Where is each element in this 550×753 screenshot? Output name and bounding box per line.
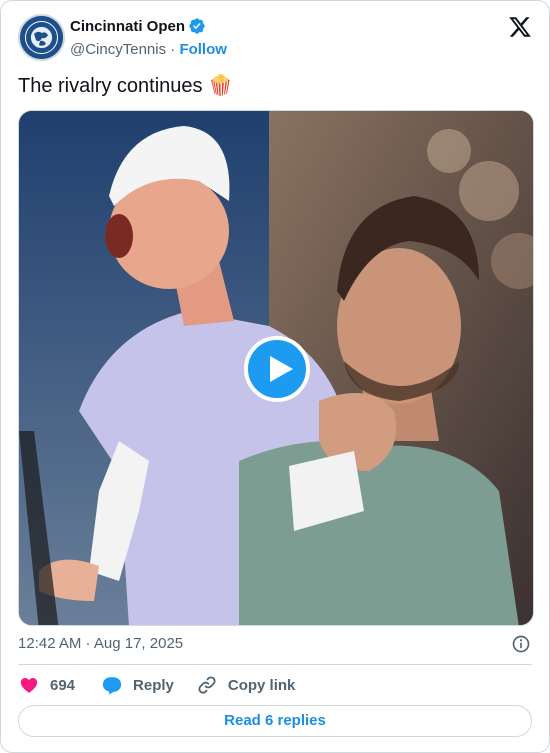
heart-icon: [20, 677, 38, 693]
link-icon: [198, 676, 216, 694]
copy-link-button[interactable]: Copy link: [196, 674, 296, 696]
display-name[interactable]: Cincinnati Open: [70, 17, 206, 35]
play-button[interactable]: [244, 336, 310, 402]
handle-row: @CincyTennis · Follow: [70, 41, 227, 58]
reply-button[interactable]: Reply: [101, 674, 174, 696]
verified-badge-icon: [189, 18, 205, 34]
popcorn-emoji: 🍿: [208, 75, 233, 97]
display-name-text: Cincinnati Open: [70, 17, 186, 35]
action-bar: 694 Reply Copy link: [18, 673, 295, 697]
avatar[interactable]: [18, 14, 65, 61]
read-replies-button[interactable]: Read 6 replies: [18, 705, 532, 737]
tweet-text: The rivalry continues 🍿: [18, 73, 233, 98]
author-names: Cincinnati Open @CincyTennis · Follow: [70, 17, 227, 58]
like-count: 694: [50, 676, 76, 694]
tweet-card: Cincinnati Open @CincyTennis · Follow Th…: [0, 0, 550, 753]
like-button[interactable]: 694: [18, 674, 75, 696]
reply-bubble-icon: [102, 677, 122, 695]
divider: [18, 664, 532, 665]
play-icon: [270, 356, 293, 382]
handle[interactable]: @CincyTennis: [70, 41, 166, 58]
video-media[interactable]: [18, 110, 534, 626]
x-logo-icon[interactable]: [508, 15, 532, 39]
timestamp[interactable]: 12:42 AM · Aug 17, 2025: [18, 635, 183, 652]
tweet-body: The rivalry continues: [18, 75, 203, 97]
separator: ·: [170, 40, 176, 58]
follow-button[interactable]: Follow: [179, 41, 227, 58]
tweet-header: Cincinnati Open @CincyTennis · Follow: [18, 14, 532, 62]
info-icon[interactable]: [511, 634, 531, 654]
avatar-globe-icon: [20, 16, 63, 59]
copy-link-label: Copy link: [227, 676, 296, 694]
reply-label: Reply: [133, 676, 174, 694]
